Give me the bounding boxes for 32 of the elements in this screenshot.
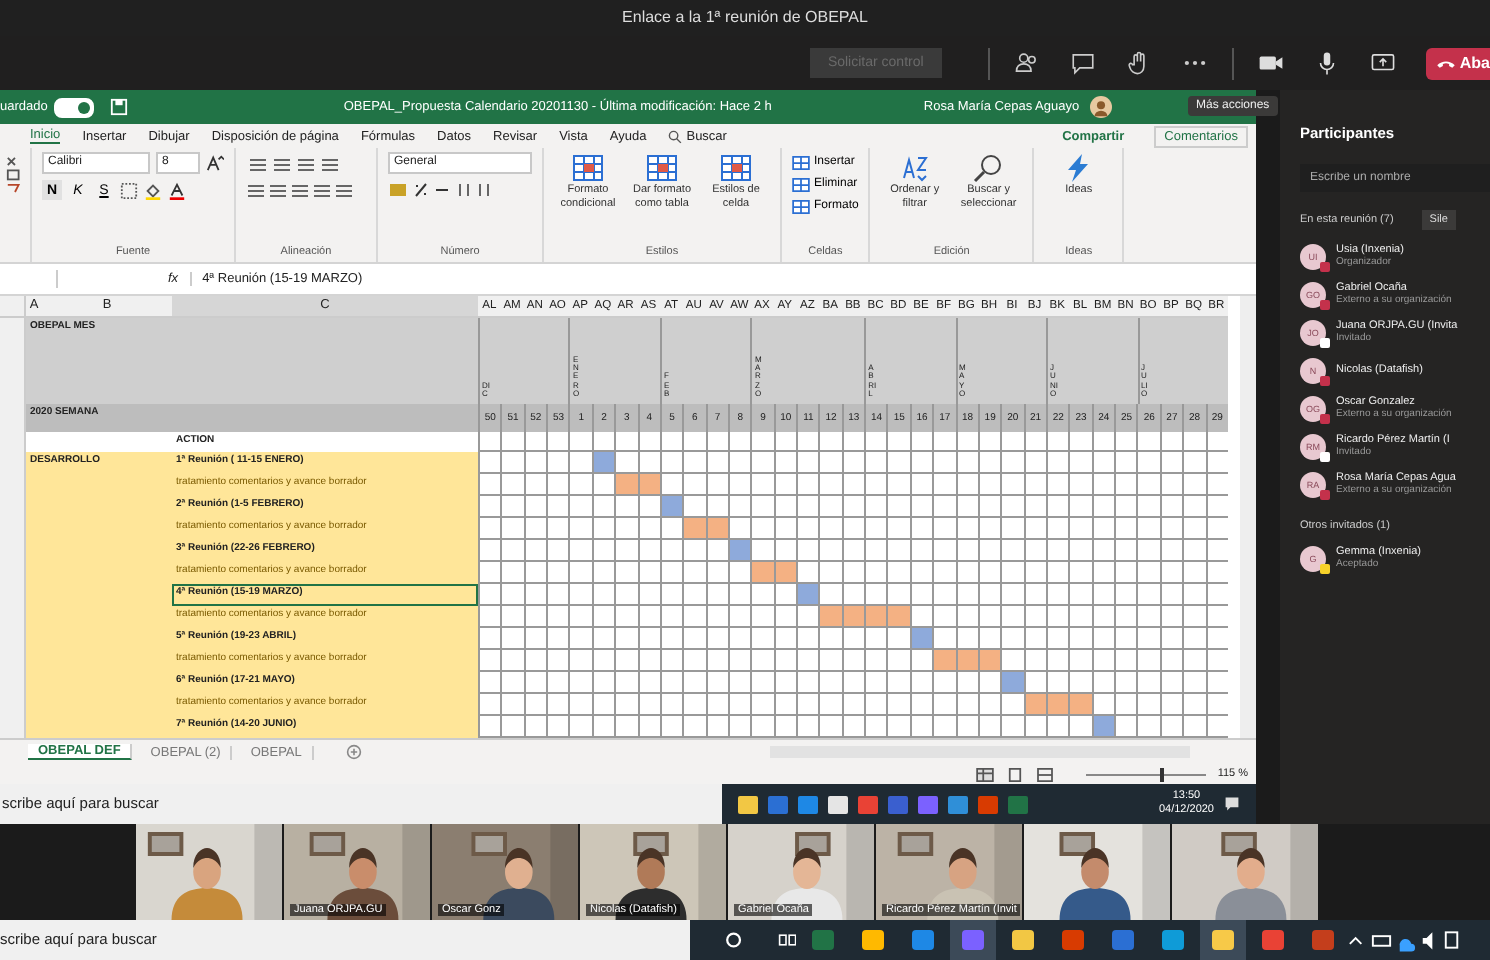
search-icon: [668, 129, 683, 143]
system-tray-icons-drawing[interactable]: [1346, 928, 1462, 952]
normal-view-icon[interactable]: [975, 767, 994, 781]
add-sheet-icon[interactable]: [345, 744, 362, 760]
borders-icon[interactable]: [120, 181, 138, 199]
table-icon: [720, 152, 752, 184]
table-icon: [792, 199, 810, 213]
chat-icon[interactable]: [1069, 50, 1096, 76]
leave-button[interactable]: Aba: [1425, 47, 1490, 79]
table-icon: [792, 177, 810, 191]
save-icon[interactable]: [109, 98, 128, 116]
sort-icon: [898, 152, 931, 184]
fill-color-icon[interactable]: [144, 181, 162, 199]
clipboard-icon[interactable]: [6, 152, 24, 196]
app-icon[interactable]: [1200, 920, 1247, 960]
autosave-toggle[interactable]: [53, 97, 94, 117]
table-icon: [572, 152, 604, 184]
grow-font-icon[interactable]: [206, 154, 224, 172]
share-screen-icon[interactable]: [1369, 50, 1396, 76]
font-color-icon[interactable]: [168, 181, 186, 199]
page-break-icon[interactable]: [1035, 767, 1054, 781]
table-icon: [792, 155, 810, 169]
vertical-scrollbar[interactable]: [1240, 296, 1256, 738]
task-view-icon[interactable]: [777, 930, 797, 950]
search-icon: [972, 152, 1005, 184]
window-title: Enlace a la 1ª reunión de OBEPAL: [0, 0, 1490, 36]
cortana-icon[interactable]: [724, 930, 744, 950]
avatar-icon[interactable]: [1089, 96, 1112, 118]
notification-icon[interactable]: [1224, 796, 1240, 812]
page-layout-icon[interactable]: [1005, 767, 1024, 781]
participants-icon[interactable]: [1013, 50, 1040, 76]
table-icon: [646, 152, 678, 184]
